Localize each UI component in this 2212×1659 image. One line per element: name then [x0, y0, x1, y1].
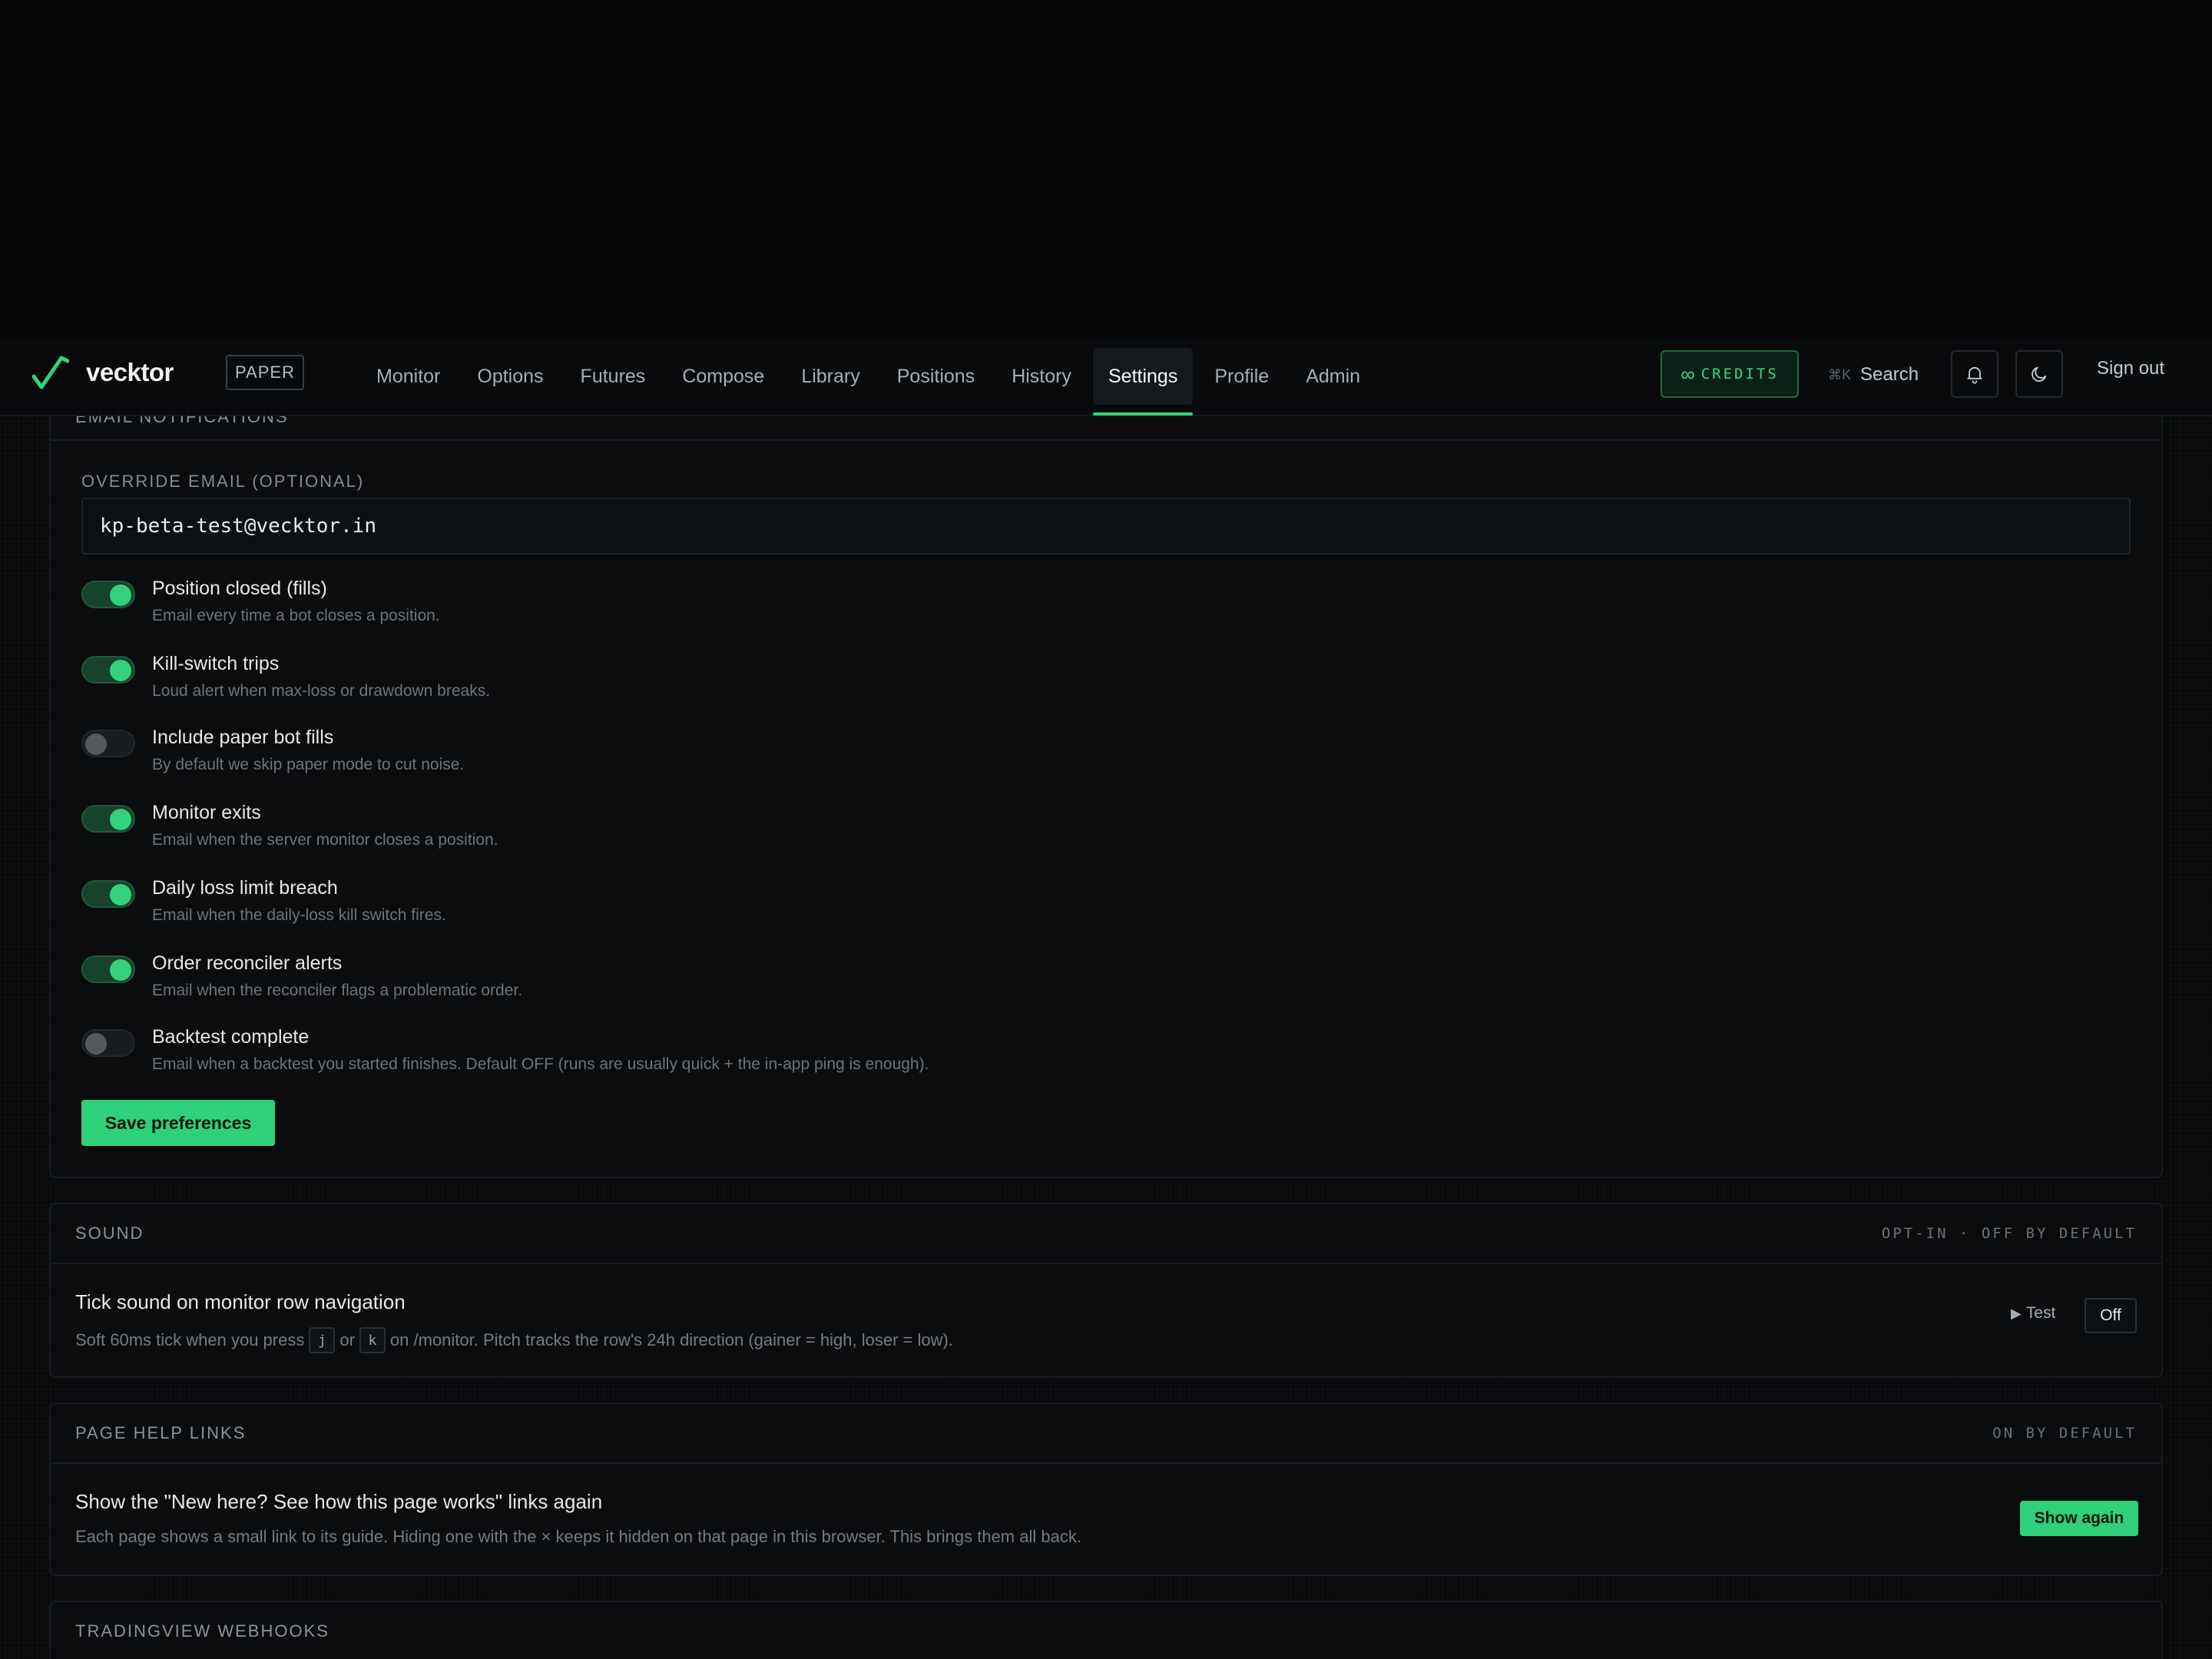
tab-compose[interactable]: Compose	[667, 348, 780, 405]
sound-section-title: SOUND	[75, 1224, 144, 1243]
sound-card-header: SOUND OPT-IN · OFF BY DEFAULT	[51, 1204, 2161, 1264]
test-label: Test	[2025, 1304, 2056, 1322]
override-email-input[interactable]: kp-beta-test@vecktor.in	[81, 498, 2131, 555]
tab-monitor[interactable]: Monitor	[361, 348, 455, 405]
toggle-desc: Email every time a bot closes a position…	[152, 607, 440, 624]
desc-prefix: Soft 60ms tick when you press	[75, 1330, 305, 1349]
toggle-title: Backtest complete	[152, 1026, 310, 1048]
toggle-desc: By default we skip paper mode to cut noi…	[152, 756, 465, 773]
monitor-exits-toggle[interactable]	[81, 805, 135, 833]
credits-button[interactable]: ∞ CREDITS	[1661, 350, 1799, 398]
email-notifications-card: EMAIL NOTIFICATIONS OVERRIDE EMAIL (OPTI…	[49, 369, 2163, 1178]
credits-label: CREDITS	[1700, 366, 1779, 382]
search-label: Search	[1860, 364, 1919, 385]
desc-suffix: on /monitor. Pitch tracks the row's 24h …	[389, 1330, 953, 1349]
toggle-title: Order reconciler alerts	[152, 952, 343, 974]
tab-library[interactable]: Library	[786, 348, 875, 405]
test-sound-button[interactable]: ▶ Test	[2011, 1304, 2055, 1323]
toggle-desc: Email when the reconciler flags a proble…	[152, 982, 523, 999]
tab-positions[interactable]: Positions	[882, 348, 990, 405]
moon-icon	[2032, 366, 2047, 382]
mode-badge: PAPER	[226, 355, 304, 390]
toggle-desc: Email when the daily-loss kill switch fi…	[152, 906, 446, 924]
nav-tabs: Monitor Options Futures Compose Library …	[361, 338, 1382, 416]
toggle-title: Include paper bot fills	[152, 727, 334, 748]
save-preferences-button[interactable]: Save preferences	[81, 1100, 275, 1146]
kill-switch-toggle[interactable]	[81, 656, 135, 684]
search-button[interactable]: ⌘K Search	[1828, 356, 1919, 393]
key-k-chip: k	[359, 1327, 386, 1353]
sound-card: SOUND OPT-IN · OFF BY DEFAULT Tick sound…	[49, 1203, 2163, 1378]
search-shortcut: ⌘K	[1828, 366, 1852, 382]
toggle-title: Kill-switch trips	[152, 653, 280, 674]
top-blank-area	[0, 0, 2212, 338]
help-row-desc: Each page shows a small link to its guid…	[75, 1527, 1081, 1546]
sound-off-toggle[interactable]: Off	[2085, 1298, 2137, 1333]
toggle-desc: Email when the server monitor closes a p…	[152, 831, 498, 849]
position-closed-toggle[interactable]	[81, 581, 135, 608]
tab-profile[interactable]: Profile	[1199, 348, 1284, 405]
toggle-title: Daily loss limit breach	[152, 877, 338, 899]
top-nav: vecktor PAPER Monitor Options Futures Co…	[0, 338, 2212, 416]
logo-check-icon	[31, 356, 69, 389]
page-help-links-card: PAGE HELP LINKS ON BY DEFAULT Show the "…	[49, 1402, 2163, 1576]
theme-toggle-button[interactable]	[2015, 350, 2063, 398]
sign-out-link[interactable]: Sign out	[2097, 358, 2164, 379]
tradingview-webhooks-card: TRADINGVIEW WEBHOOKS	[49, 1601, 2163, 1659]
sound-row-desc: Soft 60ms tick when you press j or k on …	[75, 1327, 953, 1353]
tab-history[interactable]: History	[996, 348, 1087, 405]
help-tag: ON BY DEFAULT	[1992, 1425, 2137, 1442]
toggle-title: Monitor exits	[152, 802, 261, 823]
toggle-desc: Loud alert when max-loss or drawdown bre…	[152, 682, 491, 700]
reconciler-toggle[interactable]	[81, 955, 135, 983]
tab-settings[interactable]: Settings	[1092, 348, 1194, 416]
sound-row-title: Tick sound on monitor row navigation	[75, 1290, 406, 1313]
paper-fills-toggle[interactable]	[81, 730, 135, 757]
brand-logo[interactable]: vecktor	[31, 353, 174, 392]
tab-admin[interactable]: Admin	[1290, 348, 1376, 405]
desc-or: or	[339, 1330, 355, 1349]
bell-icon	[1967, 366, 1982, 384]
toggle-title: Position closed (fills)	[152, 578, 327, 599]
webhooks-card-header: TRADINGVIEW WEBHOOKS	[51, 1602, 2161, 1659]
notifications-button[interactable]	[1951, 350, 1998, 398]
play-icon: ▶	[2011, 1305, 2022, 1321]
override-email-label: OVERRIDE EMAIL (OPTIONAL)	[81, 472, 365, 491]
help-row-title: Show the "New here? See how this page wo…	[75, 1490, 603, 1513]
webhooks-section-title: TRADINGVIEW WEBHOOKS	[75, 1621, 329, 1641]
help-section-title: PAGE HELP LINKS	[75, 1423, 247, 1442]
brand-name: vecktor	[86, 358, 174, 386]
show-again-button[interactable]: Show again	[2020, 1501, 2138, 1536]
tab-futures[interactable]: Futures	[565, 348, 661, 405]
key-j-chip: j	[309, 1327, 336, 1353]
sound-tag: OPT-IN · OFF BY DEFAULT	[1881, 1225, 2137, 1242]
backtest-toggle[interactable]	[81, 1029, 135, 1057]
infinity-icon: ∞	[1681, 362, 1695, 386]
toggle-desc: Email when a backtest you started finish…	[152, 1055, 929, 1073]
help-card-header: PAGE HELP LINKS ON BY DEFAULT	[51, 1404, 2161, 1464]
daily-loss-toggle[interactable]	[81, 880, 135, 908]
tab-options[interactable]: Options	[462, 348, 558, 405]
